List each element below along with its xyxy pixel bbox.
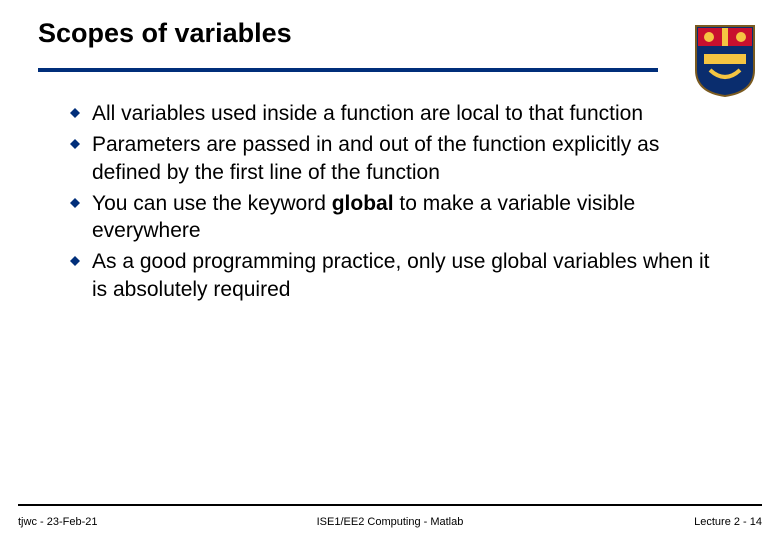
title-underline — [38, 68, 658, 72]
diamond-bullet-icon — [70, 198, 80, 208]
bullet-text: As a good programming practice, only use… — [92, 248, 710, 303]
crest-logo — [694, 24, 756, 98]
footer: tjwc - 23-Feb-21 ISE1/EE2 Computing - Ma… — [18, 516, 762, 528]
list-item: As a good programming practice, only use… — [70, 248, 710, 303]
header: Scopes of variables — [38, 18, 756, 49]
diamond-bullet-icon — [70, 256, 80, 266]
list-item: All variables used inside a function are… — [70, 100, 710, 127]
bullet-text: You can use the keyword global to make a… — [92, 190, 710, 245]
bullet-text: Parameters are passed in and out of the … — [92, 131, 710, 186]
bullet-text: All variables used inside a function are… — [92, 100, 643, 127]
footer-rule — [18, 504, 762, 506]
slide: Scopes of variables All variables used i… — [0, 0, 780, 540]
diamond-bullet-icon — [70, 139, 80, 149]
footer-center: ISE1/EE2 Computing - Matlab — [317, 516, 464, 528]
content-area: All variables used inside a function are… — [70, 100, 710, 307]
list-item: Parameters are passed in and out of the … — [70, 131, 710, 186]
diamond-bullet-icon — [70, 108, 80, 118]
list-item: You can use the keyword global to make a… — [70, 190, 710, 245]
slide-title: Scopes of variables — [38, 18, 756, 49]
bullet-list: All variables used inside a function are… — [70, 100, 710, 303]
footer-left: tjwc - 23-Feb-21 — [18, 516, 97, 528]
footer-right: Lecture 2 - 14 — [694, 516, 762, 528]
